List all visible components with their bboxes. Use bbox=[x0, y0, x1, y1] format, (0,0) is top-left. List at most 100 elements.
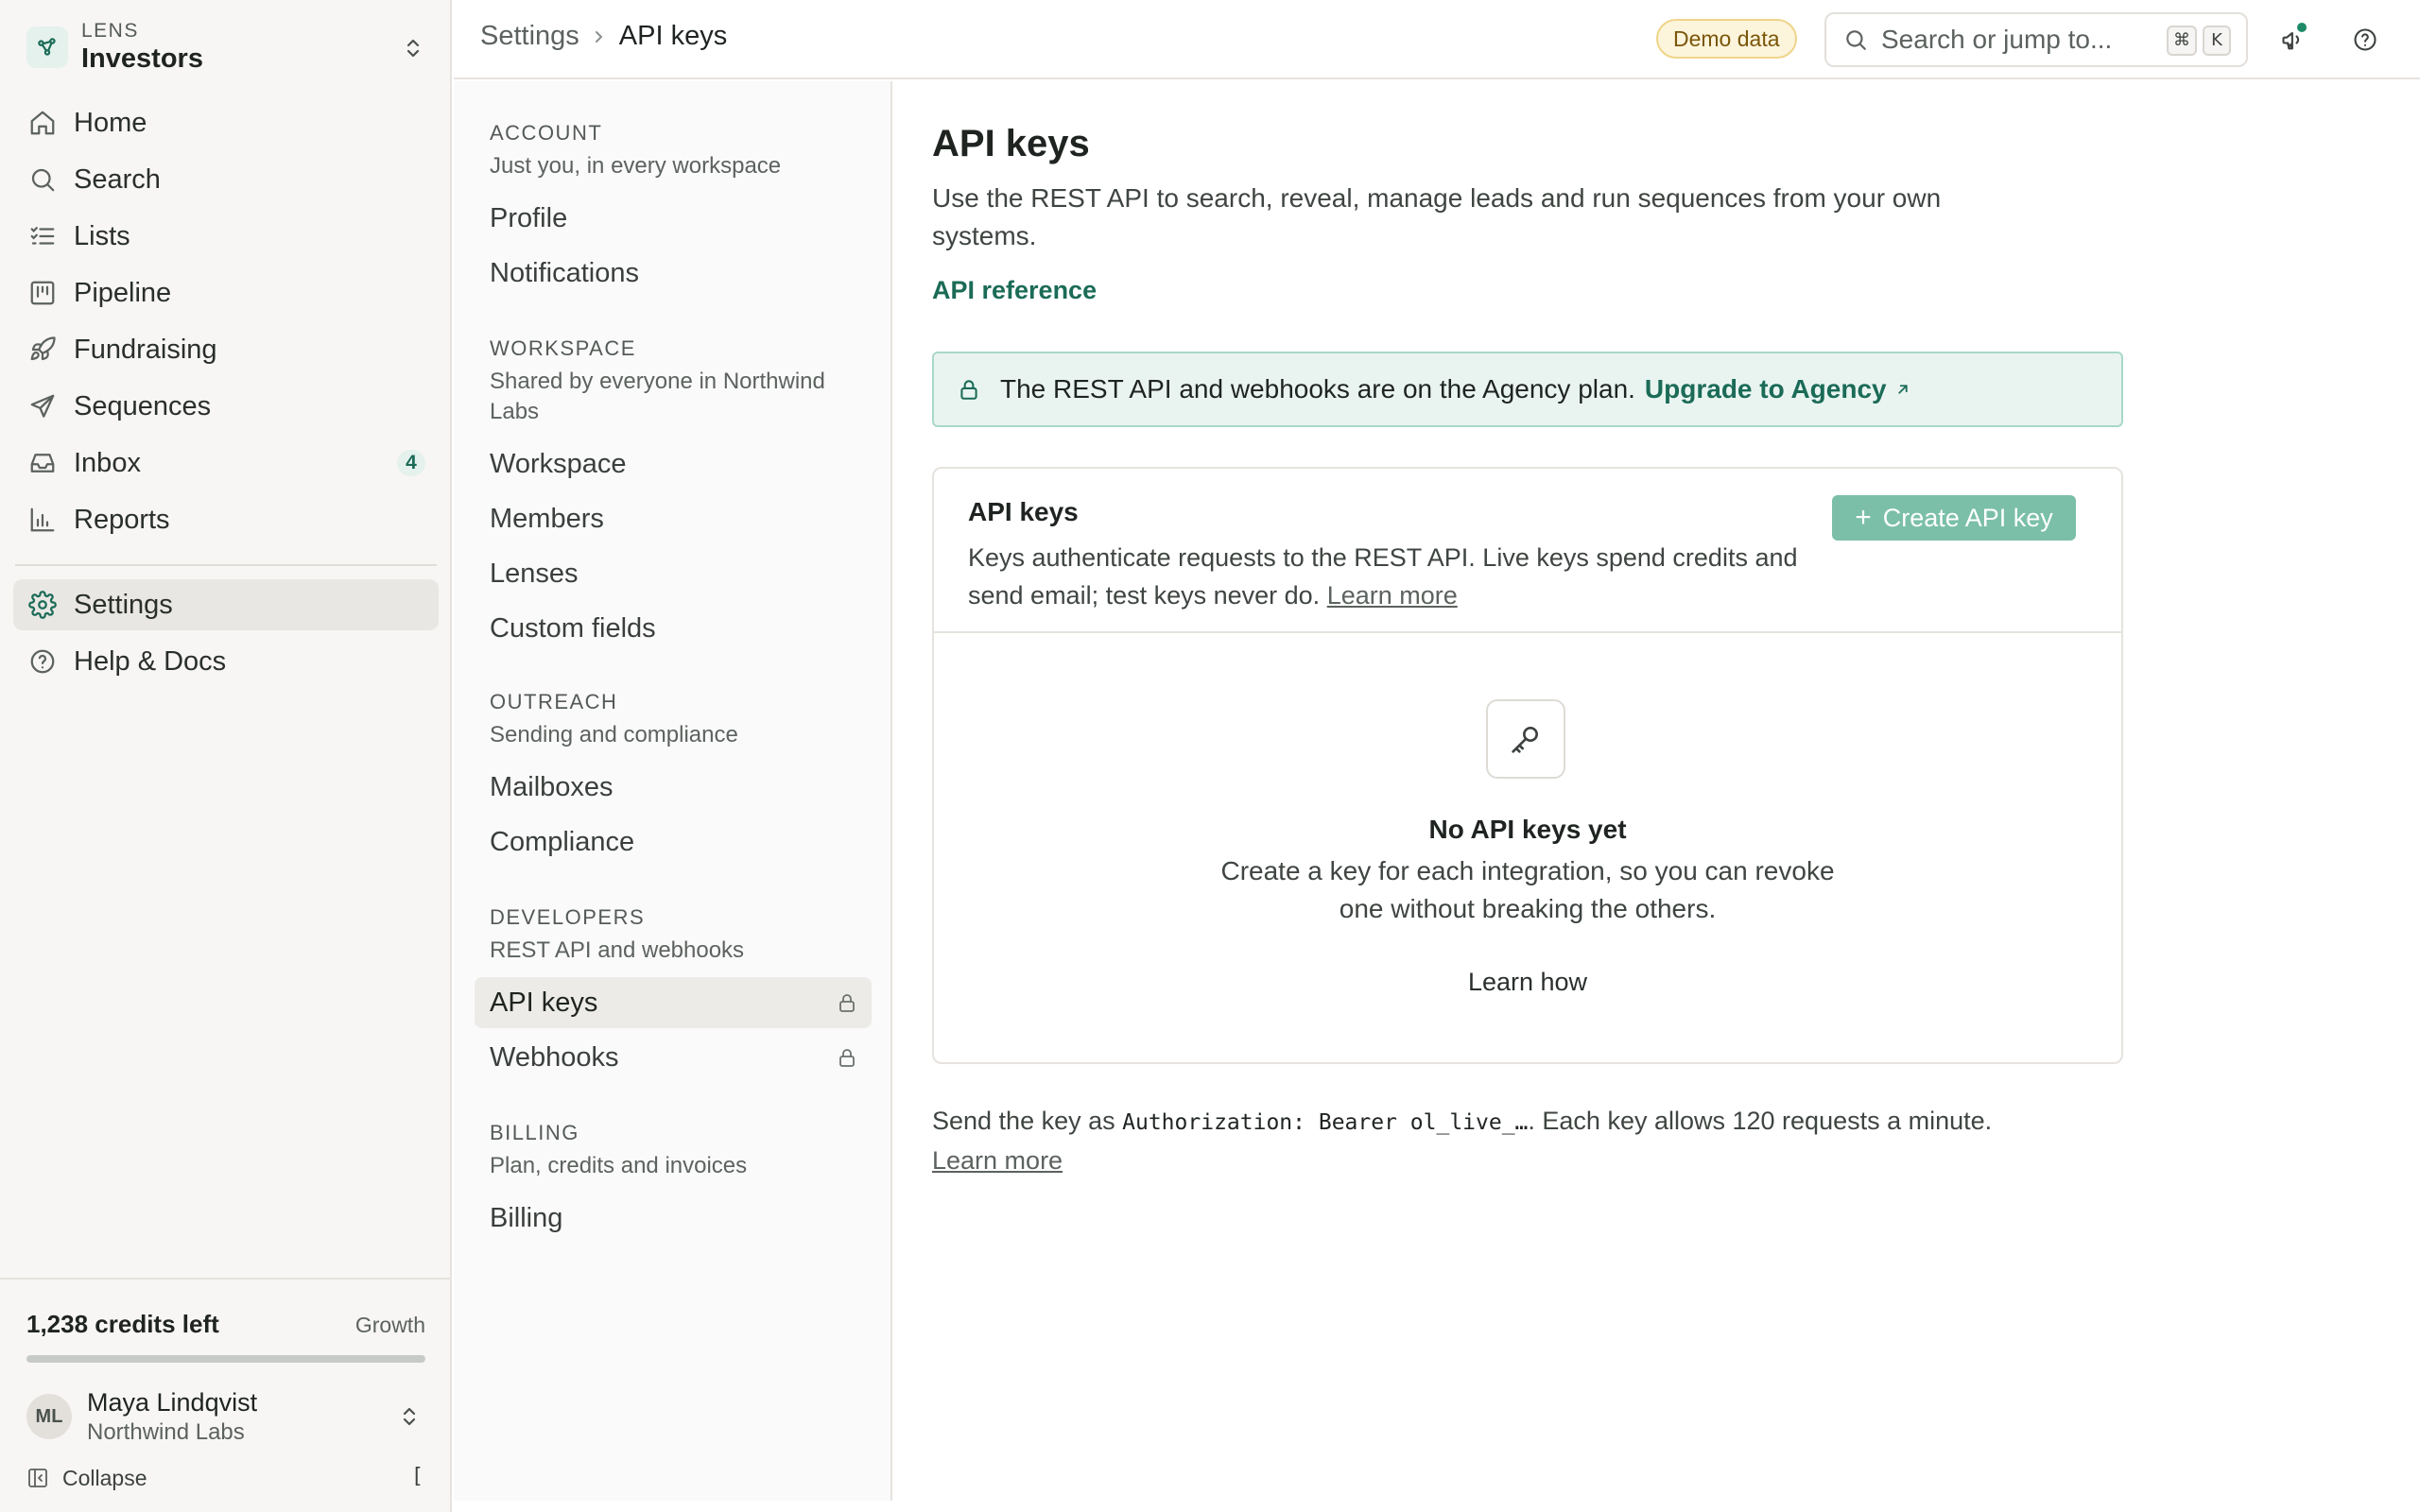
inbox-icon bbox=[30, 454, 55, 472]
plan-banner-text: The REST API and webhooks are on the Age… bbox=[1000, 374, 1635, 404]
credits-progress-fill bbox=[26, 1355, 425, 1363]
home-icon bbox=[30, 111, 55, 135]
card-header: API keys Keys authenticate requests to t… bbox=[934, 469, 2121, 633]
search-input[interactable]: Search or jump to... ⌘ K bbox=[1824, 12, 2248, 67]
kbd-k: K bbox=[2203, 26, 2231, 56]
help-button[interactable] bbox=[2346, 21, 2384, 59]
footnote-prefix: Send the key as bbox=[932, 1107, 1123, 1135]
api-reference-link[interactable]: API reference bbox=[932, 276, 1097, 305]
group-title-outreach: OUTREACH bbox=[490, 690, 618, 713]
create-api-key-button[interactable]: + Create API key bbox=[1832, 495, 2076, 541]
nav-label: Help & Docs bbox=[74, 645, 227, 677]
settings-item-custom-fields[interactable]: Custom fields bbox=[475, 603, 872, 654]
kanban-icon bbox=[30, 281, 55, 305]
bar-chart-icon bbox=[30, 507, 55, 532]
nav-item-search[interactable]: Search bbox=[13, 154, 439, 205]
page-title: API keys bbox=[932, 123, 1090, 164]
lock-icon bbox=[836, 990, 858, 1022]
nav-item-settings[interactable]: Settings bbox=[13, 579, 439, 630]
nav-label: Search bbox=[74, 163, 161, 195]
group-desc-account: Just you, in every workspace bbox=[490, 153, 782, 179]
group-title-account: ACCOUNT bbox=[490, 121, 603, 145]
credits-left: 1,238 credits left bbox=[26, 1310, 219, 1338]
empty-state-action: Learn how bbox=[934, 968, 2121, 997]
learn-how-link[interactable]: Learn how bbox=[1468, 968, 1587, 996]
search-placeholder: Search or jump to... bbox=[1881, 25, 2113, 54]
avatar: ML bbox=[26, 1394, 72, 1439]
nav-divider bbox=[15, 564, 437, 566]
auth-header-code: Authorization: Bearer ol_live_… bbox=[1122, 1110, 1529, 1135]
breadcrumb-settings[interactable]: Settings bbox=[480, 21, 579, 52]
settings-item-webhooks[interactable]: Webhooks bbox=[475, 1032, 872, 1083]
demo-data-badge: Demo data bbox=[1656, 19, 1797, 59]
collapse-shortcut: [ bbox=[410, 1465, 424, 1488]
breadcrumb: Settings API keys bbox=[480, 21, 727, 52]
group-title-workspace: WORKSPACE bbox=[490, 336, 636, 360]
lock-icon bbox=[836, 1045, 858, 1077]
breadcrumb-current: API keys bbox=[618, 21, 728, 51]
nav-item-lists[interactable]: Lists bbox=[13, 211, 439, 262]
nav-label: Fundraising bbox=[74, 334, 217, 365]
nav-item-fundraising[interactable]: Fundraising bbox=[13, 324, 439, 375]
plus-icon: + bbox=[1855, 502, 1872, 533]
settings-item-lenses[interactable]: Lenses bbox=[475, 548, 872, 599]
nav-item-sequences[interactable]: Sequences bbox=[13, 381, 439, 432]
upgrade-to-agency-link[interactable]: Upgrade to Agency bbox=[1645, 374, 1911, 404]
auth-footnote: Send the key as Authorization: Bearer ol… bbox=[932, 1102, 2161, 1179]
nav-label: Sequences bbox=[74, 390, 212, 421]
card-description: Keys authenticate requests to the REST A… bbox=[968, 539, 1800, 614]
sidebar-footer: 1,238 credits left Growth ML Maya Lindqv… bbox=[0, 1278, 452, 1490]
nav-label: Home bbox=[74, 107, 147, 138]
nav-item-inbox[interactable]: Inbox 4 bbox=[13, 438, 439, 489]
gear-icon bbox=[28, 591, 57, 619]
create-api-key-label: Create API key bbox=[1882, 503, 2053, 532]
top-bar: Settings API keys Demo data Search or ju… bbox=[454, 0, 2420, 79]
settings-item-label: API keys bbox=[490, 987, 598, 1018]
collapse-label: Collapse bbox=[62, 1465, 147, 1490]
nav-item-pipeline[interactable]: Pipeline bbox=[13, 267, 439, 318]
settings-item-billing[interactable]: Billing bbox=[475, 1193, 872, 1244]
nav-label: Lists bbox=[74, 220, 130, 251]
settings-item-compliance[interactable]: Compliance bbox=[475, 816, 872, 868]
learn-more-link[interactable]: Learn more bbox=[1327, 581, 1458, 610]
settings-item-members[interactable]: Members bbox=[475, 493, 872, 544]
nav-item-help[interactable]: Help & Docs bbox=[13, 636, 439, 687]
credits-progress-bar bbox=[26, 1355, 425, 1363]
settings-nav: ACCOUNT Just you, in every workspace Pro… bbox=[454, 81, 892, 1501]
rocket-icon bbox=[30, 336, 56, 361]
group-desc-billing: Plan, credits and invoices bbox=[490, 1153, 748, 1178]
footnote-learn-more-link[interactable]: Learn more bbox=[932, 1146, 1063, 1175]
external-link-icon bbox=[1897, 385, 1908, 394]
main-nav: Home Search Lists Pipeline Fundraising S… bbox=[13, 97, 439, 693]
settings-item-workspace[interactable]: Workspace bbox=[475, 438, 872, 490]
lock-icon bbox=[960, 380, 977, 400]
nav-item-reports[interactable]: Reports bbox=[13, 494, 439, 545]
nav-label: Settings bbox=[74, 589, 173, 620]
announcements-button[interactable] bbox=[2274, 21, 2312, 59]
main-content: API keys Use the REST API to search, rev… bbox=[894, 81, 2420, 1512]
help-circle-icon bbox=[2354, 28, 2377, 51]
card-title: API keys bbox=[968, 497, 1079, 526]
group-title-billing: BILLING bbox=[490, 1121, 579, 1144]
send-icon bbox=[30, 394, 55, 418]
search-icon bbox=[31, 168, 55, 192]
user-org: Northwind Labs bbox=[87, 1419, 245, 1445]
group-desc-workspace: Shared by everyone in Northwind Labs bbox=[490, 369, 825, 424]
footnote-suffix: . Each key allows 120 requests a minute. bbox=[1528, 1107, 1993, 1135]
sidebar-collapse-icon bbox=[28, 1469, 47, 1487]
nav-item-home[interactable]: Home bbox=[13, 97, 439, 148]
search-icon bbox=[1846, 30, 1866, 50]
settings-item-mailboxes[interactable]: Mailboxes bbox=[475, 762, 872, 813]
plan-name: Growth bbox=[354, 1313, 425, 1337]
workspace-kicker: LENS bbox=[81, 20, 139, 42]
empty-state-title: No API keys yet bbox=[1428, 815, 1627, 844]
workspace-switcher[interactable]: LENS Investors bbox=[23, 13, 429, 81]
chevron-right-icon bbox=[593, 27, 606, 46]
settings-item-api-keys[interactable]: API keys bbox=[475, 977, 872, 1028]
sidebar: LENS Investors Home Search Lists Pipelin… bbox=[0, 0, 452, 1512]
settings-item-profile[interactable]: Profile bbox=[475, 193, 872, 244]
notification-dot bbox=[2297, 23, 2307, 32]
user-menu[interactable]: ML Maya Lindqvist Northwind Labs bbox=[26, 1382, 433, 1452]
collapse-sidebar-button[interactable]: Collapse [ bbox=[26, 1459, 425, 1497]
settings-item-notifications[interactable]: Notifications bbox=[475, 248, 872, 299]
